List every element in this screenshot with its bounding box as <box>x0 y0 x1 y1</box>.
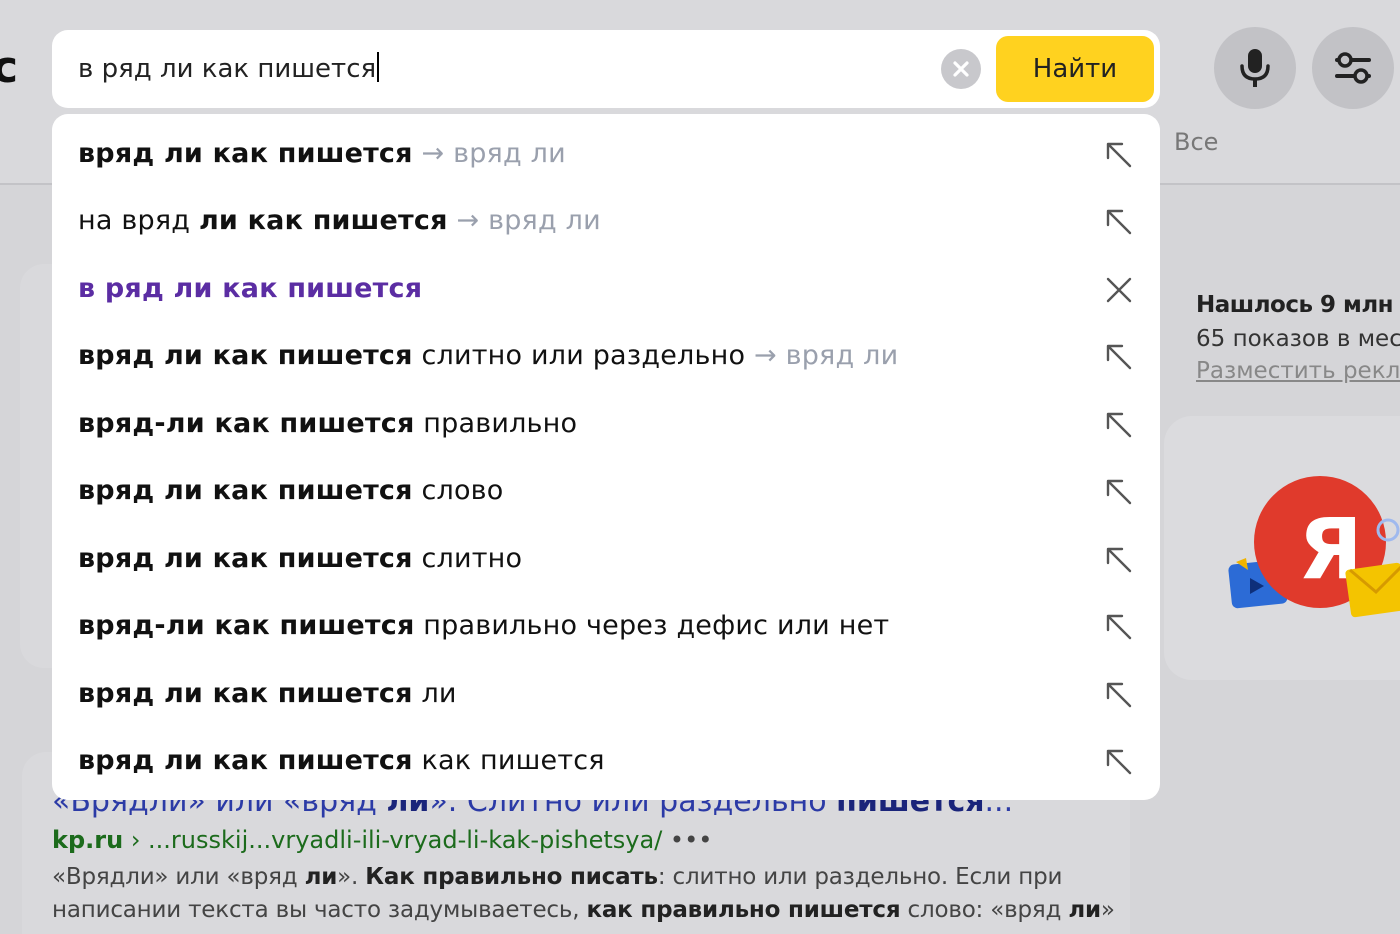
suggestion-item-visited[interactable]: в ряд ли как пишется <box>52 255 1160 322</box>
yandex-promo-image[interactable]: Я <box>1228 470 1400 620</box>
result-snippet-line-1: «Врядли» или «вряд ли». Как правильно пи… <box>52 864 1063 890</box>
text-caret <box>377 52 380 82</box>
search-settings-button[interactable] <box>1312 27 1394 109</box>
arrow-up-left-icon[interactable] <box>1104 612 1134 642</box>
arrow-up-left-icon[interactable] <box>1104 140 1134 170</box>
suggestion-item[interactable]: вряд-ли как пишется правильно <box>52 390 1160 457</box>
remove-x-icon[interactable] <box>1104 275 1134 305</box>
suggestion-item[interactable]: вряд ли как пишется слитно <box>52 525 1160 592</box>
suggestion-item[interactable]: вряд ли как пишется слитно или раздельно… <box>52 322 1160 389</box>
voice-search-button[interactable] <box>1214 27 1296 109</box>
suggestions-dropdown: вряд ли как пишется → вряд ли на вряд ли… <box>52 114 1160 800</box>
logo[interactable]: с <box>0 40 18 96</box>
arrow-up-left-icon[interactable] <box>1104 410 1134 440</box>
result-snippet-line-2: написании текста вы часто задумываетесь,… <box>52 897 1115 923</box>
clear-icon <box>953 61 969 77</box>
arrow-up-left-icon[interactable] <box>1104 545 1134 575</box>
advertise-link[interactable]: Разместить рекла <box>1196 358 1400 384</box>
suggestion-item[interactable]: вряд-ли как пишется правильно через дефи… <box>52 592 1160 659</box>
suggestion-item[interactable]: на вряд ли как пишется → вряд ли <box>52 187 1160 254</box>
microphone-icon <box>1240 49 1270 87</box>
find-button[interactable]: Найти <box>996 36 1154 102</box>
search-input-text[interactable]: в ряд ли как пишется <box>78 52 380 86</box>
clear-button[interactable] <box>941 49 981 89</box>
suggestion-item[interactable]: вряд ли как пишется как пишется <box>52 727 1160 794</box>
results-count: Нашлось 9 млн ре <box>1196 292 1400 318</box>
filter-sliders-icon <box>1335 52 1371 84</box>
arrow-up-left-icon[interactable] <box>1104 747 1134 777</box>
arrow-up-left-icon[interactable] <box>1104 342 1134 372</box>
search-input[interactable]: в ряд ли как пишется Найти <box>52 30 1160 108</box>
result-menu-icon[interactable]: ••• <box>670 826 712 854</box>
suggestion-item[interactable]: вряд ли как пишется слово <box>52 457 1160 524</box>
arrow-up-left-icon[interactable] <box>1104 207 1134 237</box>
impressions-count: 65 показов в меся <box>1196 326 1400 352</box>
suggestion-item[interactable]: вряд ли как пишется ли <box>52 660 1160 727</box>
arrow-up-left-icon[interactable] <box>1104 680 1134 710</box>
result-url[interactable]: kp.ru › ...russkij...vryadli-ili-vryad-l… <box>52 826 712 854</box>
arrow-up-left-icon[interactable] <box>1104 477 1134 507</box>
tab-all[interactable]: Все <box>1174 128 1218 156</box>
suggestion-item[interactable]: вряд ли как пишется → вряд ли <box>52 120 1160 187</box>
